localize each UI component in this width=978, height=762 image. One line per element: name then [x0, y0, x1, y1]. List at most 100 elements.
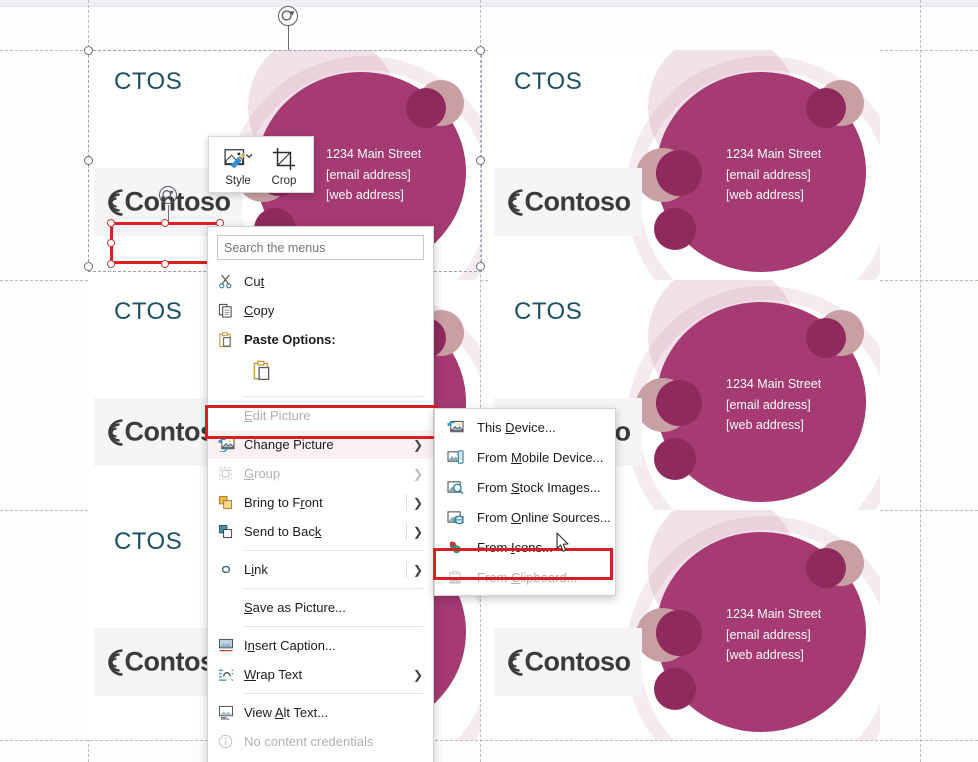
submenu-item-from-stock-images[interactable]: From Stock Images... — [435, 472, 615, 502]
change-picture-submenu[interactable]: This Device... From Mobile Device... Fro… — [434, 408, 616, 596]
card-logo-box: Contoso — [494, 628, 642, 696]
chevron-right-icon: ❯ — [412, 667, 423, 682]
menu-separator — [244, 588, 423, 589]
submenu-item-from-online-sources-label: From Online Sources... — [477, 509, 611, 525]
picture-handle-top-center[interactable] — [161, 219, 169, 227]
clipboard-icon — [218, 331, 244, 348]
top-strip — [0, 0, 978, 7]
contoso-logo-text: Contoso — [524, 186, 631, 217]
change-picture-icon — [218, 437, 244, 452]
online-sources-icon — [447, 510, 477, 525]
mobile-device-icon — [447, 449, 477, 465]
menu-item-wrap-text[interactable]: Wrap Text ❯ — [208, 660, 433, 689]
address-line-web: [web address] — [726, 648, 804, 662]
card-brand-text: CTOS — [114, 298, 183, 325]
contoso-logo-text: Contoso — [524, 646, 631, 677]
card-address: 1234 Main Street [email address] [web ad… — [726, 144, 821, 206]
wrap-text-icon — [218, 668, 244, 682]
paste-option-row[interactable] — [208, 354, 433, 392]
submenu-item-from-online-sources[interactable]: From Online Sources... — [435, 502, 615, 532]
selection-handle-mid-right[interactable] — [476, 156, 485, 165]
guide-horizontal-4 — [0, 740, 978, 741]
menu-item-link-label: Link — [244, 562, 268, 577]
menu-item-group-label: Group — [244, 466, 281, 481]
selection-handle-bottom-right[interactable] — [476, 262, 485, 271]
submenu-item-from-stock-images-label: From Stock Images... — [477, 479, 601, 495]
contoso-mark-icon — [106, 647, 128, 677]
scissors-icon — [218, 274, 244, 289]
crop-button[interactable]: Crop — [263, 144, 305, 188]
address-line-street: 1234 Main Street — [726, 377, 822, 391]
submenu-item-this-device[interactable]: This Device... — [435, 412, 615, 442]
address-line-web: [web address] — [726, 418, 804, 432]
card-address: 1234 Main Street [email address] [web ad… — [726, 604, 821, 666]
menu-item-send-to-back-label: Send to Back — [244, 524, 322, 539]
stock-images-icon — [447, 480, 477, 495]
menu-item-link[interactable]: Link ❯ — [208, 555, 433, 584]
menu-item-copy-label: Copy — [244, 303, 275, 318]
menu-separator — [244, 626, 423, 627]
address-line-email: [email address] — [726, 167, 811, 182]
picture-handle-top-left[interactable] — [107, 219, 115, 227]
insert-caption-icon — [218, 638, 244, 653]
picture-handle-mid-left[interactable] — [107, 239, 115, 247]
contoso-mark-icon — [506, 647, 528, 677]
selection-handle-bottom-left[interactable] — [84, 262, 93, 271]
submenu-item-from-mobile-device-label: From Mobile Device... — [477, 449, 604, 465]
menu-item-save-as-picture-label: Save as Picture... — [244, 600, 346, 615]
submenu-item-from-clipboard: JPG From Clipboard... — [435, 562, 615, 592]
card-address: 1234 Main Street [email address] [web ad… — [726, 374, 821, 436]
search-input[interactable] — [217, 235, 424, 260]
card-brand-text: CTOS — [514, 68, 583, 95]
menu-item-insert-caption[interactable]: Insert Caption... — [208, 631, 433, 660]
info-icon — [218, 734, 244, 749]
submenu-item-from-icons-label: From Icons... — [477, 539, 553, 555]
picture-style-icon — [223, 146, 253, 172]
rotation-stem — [288, 26, 289, 50]
rotate-handle-icon[interactable] — [278, 6, 298, 26]
menu-item-change-picture-label: Change Picture — [244, 437, 334, 452]
picture-rotate-handle-icon[interactable] — [159, 186, 177, 204]
picture-selection-box[interactable] — [110, 222, 220, 264]
submenu-item-from-clipboard-label: From Clipboard... — [477, 569, 578, 585]
menu-item-view-alt-text-label: View Alt Text... — [244, 705, 329, 720]
menu-separator — [244, 693, 423, 694]
menu-item-cut[interactable]: Cut — [208, 267, 433, 296]
picture-handle-bottom-center[interactable] — [161, 260, 169, 268]
address-line-email: [email address] — [726, 397, 811, 412]
menu-item-copy[interactable]: Copy — [208, 296, 433, 325]
menu-item-view-alt-text[interactable]: View Alt Text... — [208, 698, 433, 727]
paste-keep-formatting-icon[interactable] — [252, 360, 271, 386]
selection-handle-top-left[interactable] — [84, 46, 93, 55]
style-button[interactable]: Style — [217, 144, 259, 188]
menu-item-no-content-credentials-label: No content credentials — [244, 734, 374, 749]
menu-item-paste-options[interactable]: Paste Options: — [208, 325, 433, 354]
mouse-cursor — [556, 532, 570, 552]
contoso-logo: Contoso — [506, 187, 631, 218]
context-menu[interactable]: Cut Copy Paste Options: — [207, 226, 434, 762]
submenu-item-from-icons[interactable]: From Icons... — [435, 532, 615, 562]
submenu-item-from-mobile-device[interactable]: From Mobile Device... — [435, 442, 615, 472]
menu-item-send-to-back[interactable]: Send to Back ❯ — [208, 517, 433, 546]
menu-split-divider — [406, 523, 407, 540]
menu-item-wrap-text-label: Wrap Text — [244, 667, 303, 682]
mini-toolbar[interactable]: Style Crop — [208, 136, 314, 193]
business-card[interactable]: CTOS Contoso 1234 Main Street [email add… — [488, 50, 880, 280]
menu-item-save-as-picture[interactable]: Save as Picture... — [208, 593, 433, 622]
menu-item-bring-to-front-label: Bring to Front — [244, 495, 323, 510]
menu-item-group: Group ❯ — [208, 459, 433, 488]
selection-handle-mid-left[interactable] — [84, 156, 93, 165]
card-brand-text: CTOS — [514, 298, 583, 325]
menu-item-change-picture[interactable]: Change Picture ❯ — [208, 430, 433, 459]
menu-search-row[interactable] — [208, 227, 433, 267]
selection-handle-top-right[interactable] — [476, 46, 485, 55]
from-icons-icon — [447, 540, 477, 555]
menu-item-size-and-position[interactable]: Size and Position... — [208, 756, 433, 762]
menu-item-bring-to-front[interactable]: Bring to Front ❯ — [208, 488, 433, 517]
group-icon — [218, 466, 244, 481]
send-to-back-icon — [218, 524, 244, 539]
card-logo-box: Contoso — [494, 168, 642, 236]
document-canvas: CTOS Contoso 1234 Main Street [email add… — [0, 0, 978, 762]
alt-text-icon — [218, 705, 244, 720]
picture-handle-bottom-left[interactable] — [107, 260, 115, 268]
